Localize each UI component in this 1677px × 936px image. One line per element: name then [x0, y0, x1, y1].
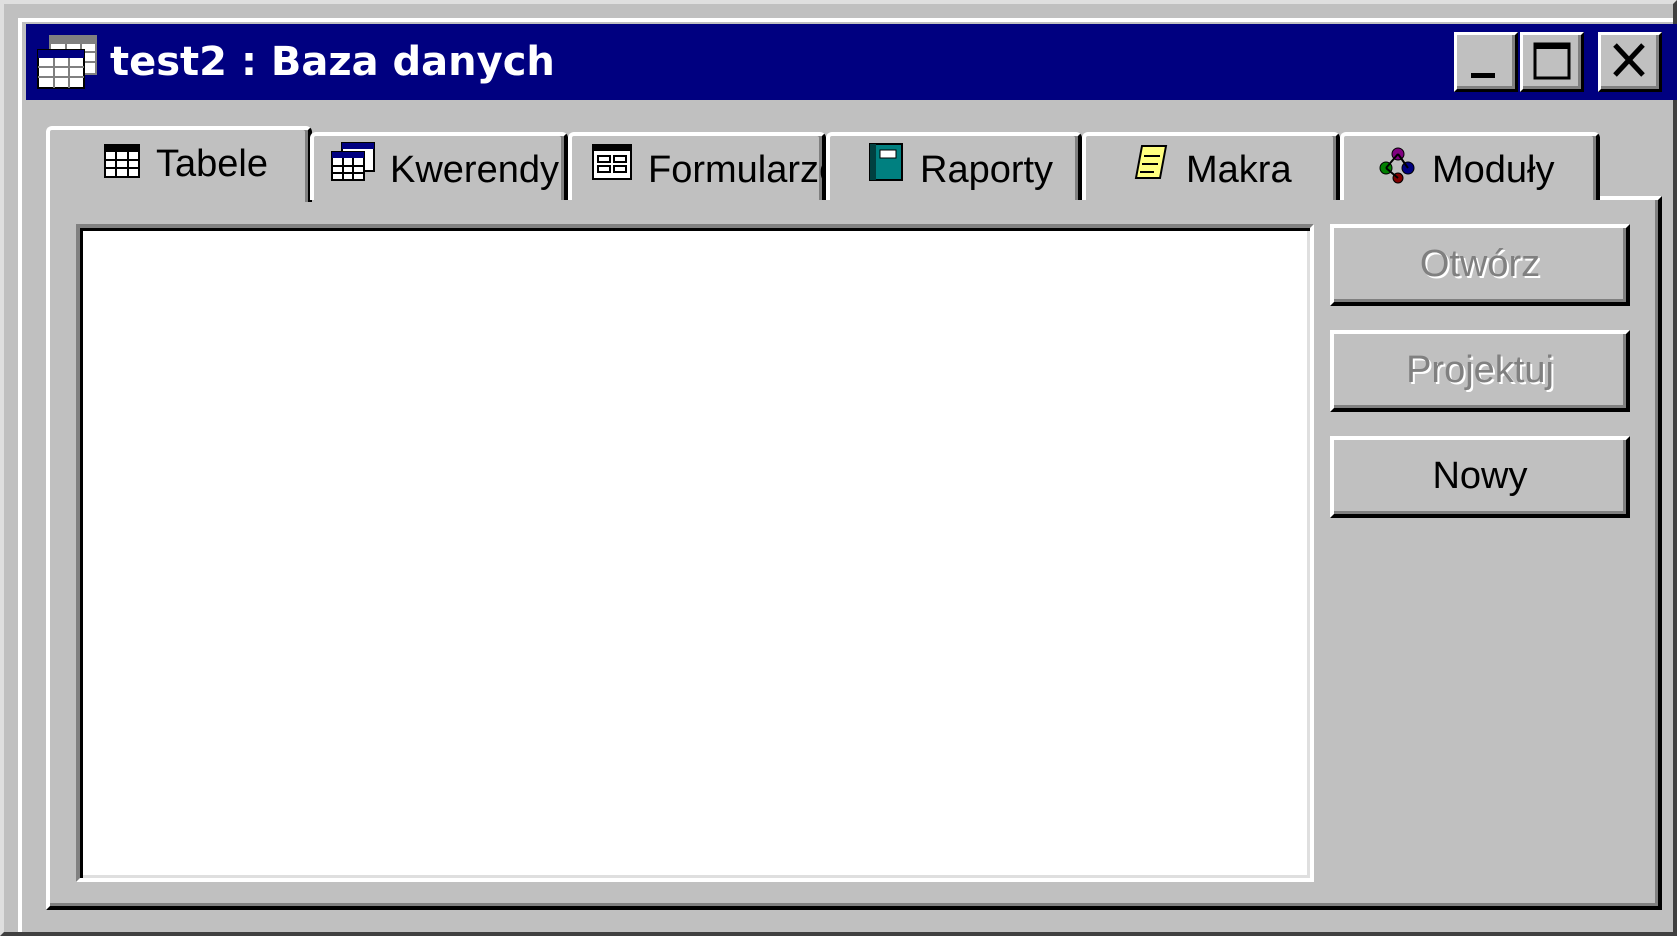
maximize-button[interactable] [1520, 32, 1584, 92]
tab-label: Formularze [648, 149, 826, 191]
tab-label: Makra [1186, 149, 1292, 191]
tab-makra[interactable]: Makra [1082, 132, 1340, 200]
tab-raporty[interactable]: Raporty [826, 132, 1082, 200]
maximize-icon [1533, 42, 1571, 80]
objects-list[interactable] [76, 224, 1314, 882]
tab-tabele[interactable]: Tabele [46, 126, 312, 202]
minimize-icon [1471, 73, 1495, 78]
form-icon [592, 144, 632, 180]
minimize-button[interactable] [1454, 32, 1518, 92]
new-button[interactable]: Nowy [1330, 436, 1630, 518]
close-icon [1613, 43, 1645, 77]
database-window: test2 : Baza danych Tabele Kwerendy Form… [0, 0, 1677, 936]
tab-label: Raporty [920, 149, 1054, 191]
macro-icon [1134, 145, 1168, 179]
module-icon [1379, 147, 1415, 184]
report-icon [869, 143, 903, 181]
tab-label: Moduły [1432, 149, 1555, 191]
tab-moduly[interactable]: Moduły [1340, 132, 1600, 200]
tab-kwerendy[interactable]: Kwerendy [310, 132, 568, 200]
tab-label: Tabele [156, 143, 268, 185]
window-title: test2 : Baza danych [110, 39, 555, 85]
close-button[interactable] [1598, 32, 1662, 92]
tab-label: Kwerendy [390, 149, 559, 191]
open-button[interactable]: Otwórz [1330, 224, 1630, 306]
database-app-icon[interactable] [36, 34, 102, 90]
design-button[interactable]: Projektuj [1330, 330, 1630, 412]
tab-formularze[interactable]: Formularze [568, 132, 826, 200]
table-icon [104, 144, 140, 178]
title-bar[interactable]: test2 : Baza danych [26, 24, 1677, 100]
query-icon [331, 142, 375, 181]
